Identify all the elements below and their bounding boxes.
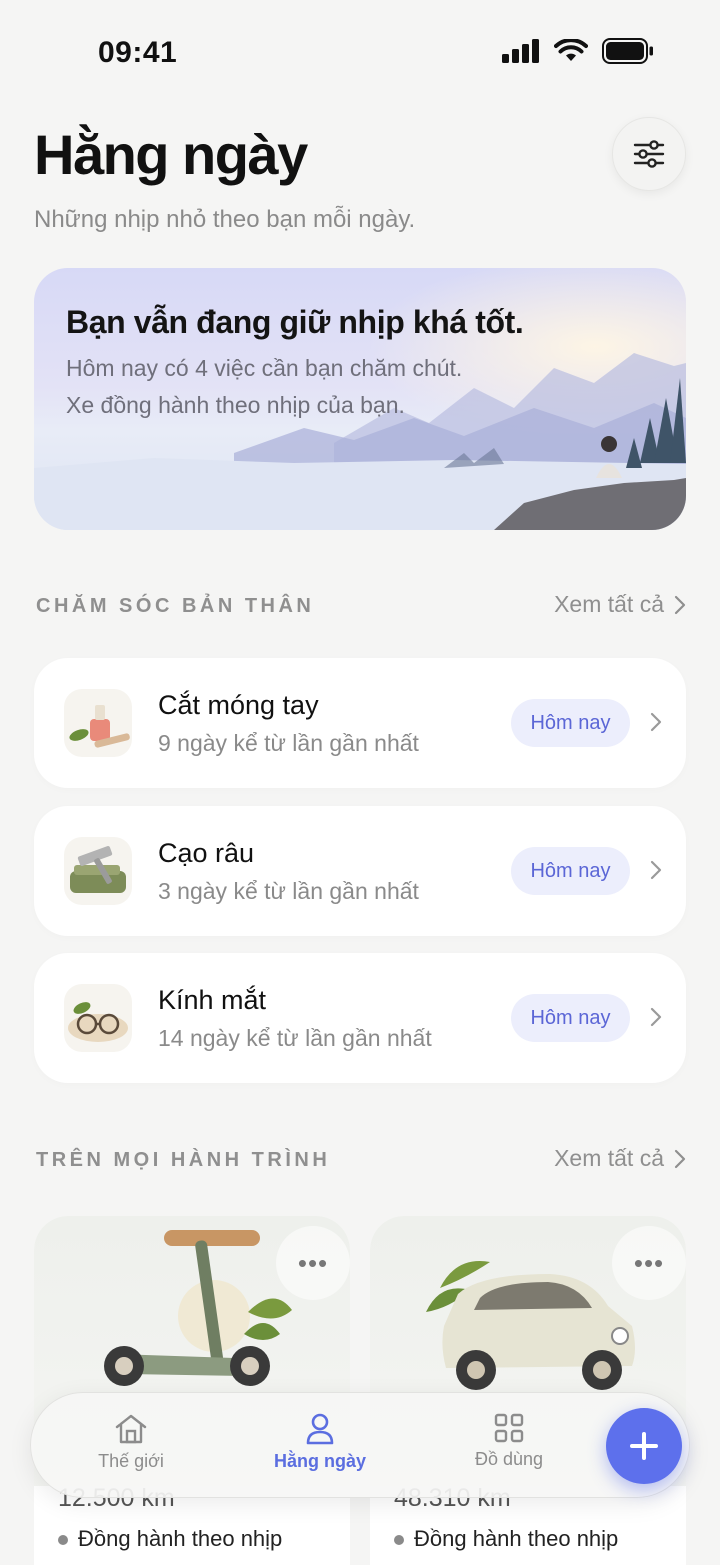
care-item-subtitle: 14 ngày kể từ lần gần nhất — [158, 1025, 432, 1051]
plus-icon — [630, 1432, 658, 1460]
bullet-dot — [58, 1535, 68, 1545]
chevron-right-icon — [650, 860, 662, 880]
tab-label: Hằng ngày — [273, 1451, 366, 1471]
status-icons — [502, 38, 654, 64]
care-item-title: Kính mắt — [158, 985, 267, 1015]
journey-note-text: Đồng hành theo nhịp — [78, 1526, 283, 1551]
status-time: 09:41 — [98, 36, 178, 69]
journey-note: Đồng hành theo nhịp — [58, 1526, 282, 1552]
razor-icon — [64, 837, 132, 905]
more-options-button[interactable]: ••• — [612, 1226, 686, 1300]
tab-label: Thế giới — [98, 1451, 164, 1471]
care-item-shaving[interactable]: Cạo râu 3 ngày kể từ lần gần nhất Hôm na… — [34, 806, 686, 936]
grid-icon — [494, 1413, 524, 1443]
today-badge: Hôm nay — [511, 847, 630, 895]
sliders-icon — [633, 140, 665, 168]
self-care-see-all[interactable]: Xem tất cả — [554, 591, 686, 618]
status-bar: 09:41 — [0, 0, 720, 100]
bullet-dot — [394, 1535, 404, 1545]
more-options-button[interactable]: ••• — [276, 1226, 350, 1300]
chevron-right-icon — [650, 712, 662, 732]
care-item-glasses[interactable]: Kính mắt 14 ngày kể từ lần gần nhất Hôm … — [34, 953, 686, 1083]
filter-button[interactable] — [612, 117, 686, 191]
see-all-label: Xem tất cả — [554, 591, 664, 617]
care-item-title: Cạo râu — [158, 838, 255, 868]
journey-note-text: Đồng hành theo nhịp — [414, 1526, 619, 1551]
journey-card-scooter[interactable]: ••• 12.500 km Đồng hành theo nhịp — [34, 1216, 350, 1565]
journey-see-all[interactable]: Xem tất cả — [554, 1145, 686, 1172]
chevron-right-icon — [674, 1149, 686, 1168]
care-item-subtitle: 3 ngày kể từ lần gần nhất — [158, 878, 419, 904]
self-care-label: CHĂM SÓC BẢN THÂN — [36, 595, 315, 617]
care-item-subtitle: 9 ngày kể từ lần gần nhất — [158, 730, 419, 756]
chevron-right-icon — [650, 1007, 662, 1027]
journey-label: TRÊN MỌI HÀNH TRÌNH — [36, 1149, 331, 1171]
nail-polish-icon — [64, 689, 132, 757]
page-title: Hằng ngày — [34, 123, 308, 186]
tab-the-gioi[interactable]: Thế giới — [56, 1413, 206, 1472]
tab-hang-ngay[interactable]: Hằng ngày — [245, 1413, 395, 1472]
wifi-icon — [554, 39, 588, 61]
journey-card-car[interactable]: ••• 48.310 km Đồng hành theo nhịp — [370, 1216, 686, 1565]
banner-line-2: Xe đồng hành theo nhịp của bạn. — [66, 392, 405, 418]
tab-label: Đồ dùng — [474, 1449, 544, 1469]
banner-title: Bạn vẫn đang giữ nhịp khá tốt. — [66, 304, 524, 340]
tab-do-dung[interactable]: Đồ dùng — [434, 1413, 584, 1470]
page-subtitle: Những nhịp nhỏ theo bạn mỗi ngày. — [34, 206, 416, 233]
care-item-nail-clipping[interactable]: Cắt móng tay 9 ngày kể từ lần gần nhất H… — [34, 658, 686, 788]
banner-line-1: Hôm nay có 4 việc cần bạn chăm chút. — [66, 355, 463, 381]
today-badge: Hôm nay — [511, 994, 630, 1042]
tab-bar: Thế giới Hằng ngày Đồ dùng — [30, 1392, 690, 1498]
home-icon — [115, 1414, 147, 1444]
person-icon — [306, 1413, 334, 1445]
care-item-title: Cắt móng tay — [158, 690, 319, 720]
chevron-right-icon — [674, 595, 686, 614]
self-care-header: CHĂM SÓC BẢN THÂN Xem tất cả — [36, 591, 686, 625]
journey-note: Đồng hành theo nhịp — [394, 1526, 618, 1552]
battery-icon — [602, 38, 653, 64]
add-button[interactable] — [606, 1408, 682, 1484]
see-all-label: Xem tất cả — [554, 1145, 664, 1171]
glasses-icon — [64, 984, 132, 1052]
cellular-signal-icon — [502, 39, 539, 63]
summary-banner[interactable]: Bạn vẫn đang giữ nhịp khá tốt. Hôm nay c… — [34, 268, 686, 530]
journey-header: TRÊN MỌI HÀNH TRÌNH Xem tất cả — [36, 1145, 686, 1179]
today-badge: Hôm nay — [511, 699, 630, 747]
